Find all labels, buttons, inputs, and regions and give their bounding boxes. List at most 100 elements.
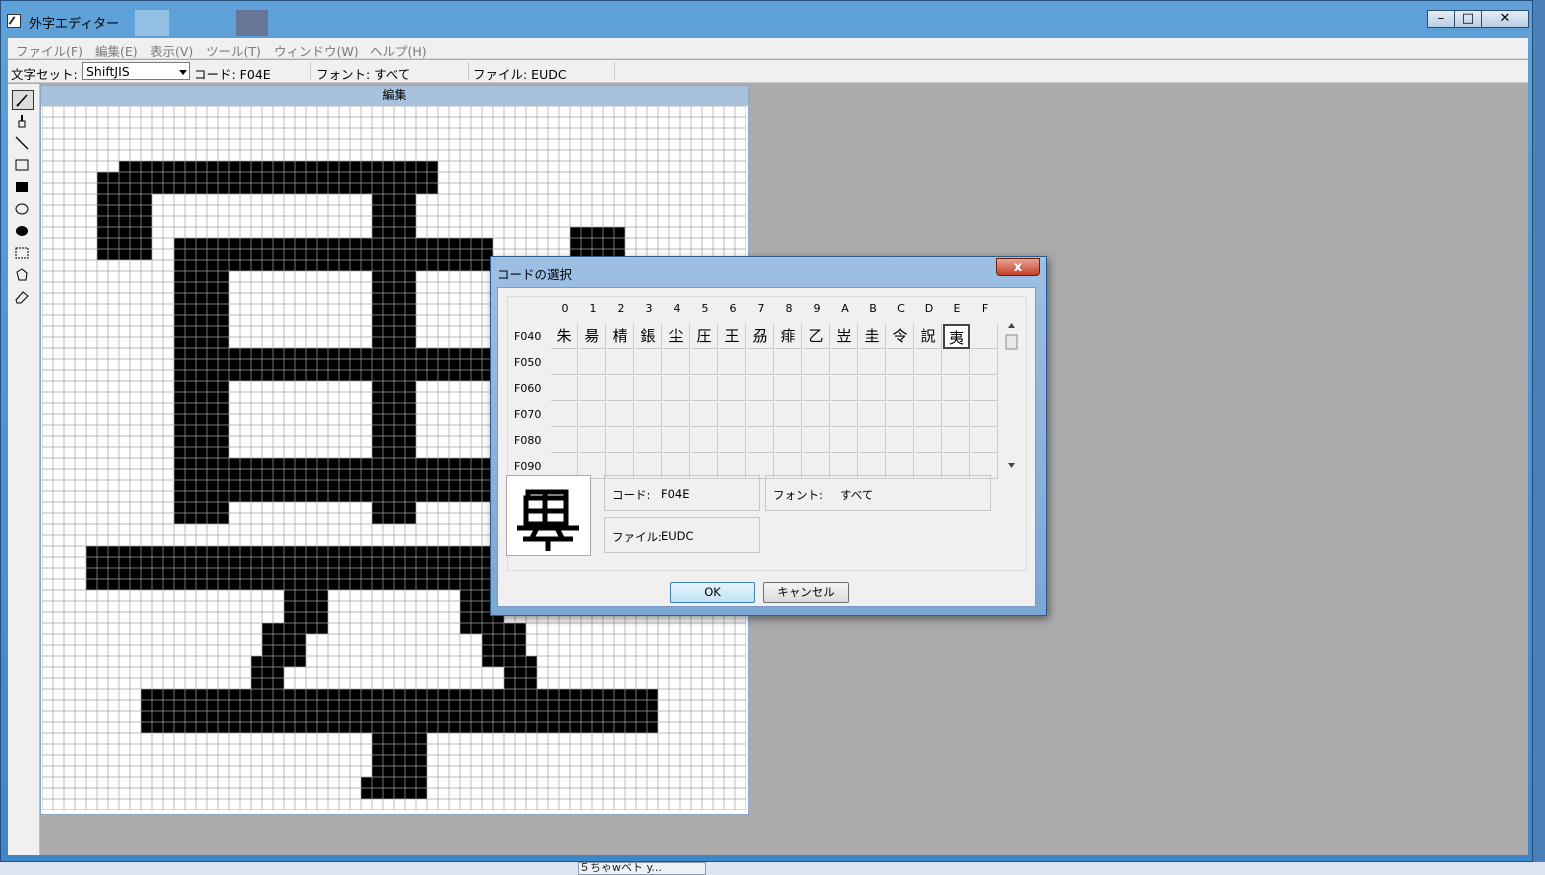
code-cell[interactable] (663, 350, 690, 375)
cancel-button[interactable]: キャンセル (763, 582, 849, 603)
code-cell[interactable] (943, 376, 970, 401)
code-cell[interactable]: 令 (887, 324, 914, 349)
code-cell[interactable] (579, 376, 606, 401)
code-cell[interactable] (691, 428, 718, 453)
code-cell[interactable] (915, 350, 942, 375)
code-cell[interactable] (831, 350, 858, 375)
hollow-rect-tool[interactable] (12, 156, 34, 176)
code-grid-scrollbar[interactable] (1003, 319, 1020, 471)
code-cell[interactable] (719, 376, 746, 401)
eraser-tool[interactable] (12, 288, 34, 308)
code-cell[interactable] (719, 402, 746, 427)
code-cell[interactable]: 乙 (803, 324, 830, 349)
code-cell[interactable] (551, 350, 578, 375)
code-cell[interactable] (579, 402, 606, 427)
brush-tool[interactable] (12, 112, 34, 132)
app-icon[interactable] (7, 14, 21, 28)
filled-ellipse-tool[interactable] (12, 222, 34, 242)
code-cell[interactable] (915, 376, 942, 401)
code-cell[interactable] (663, 376, 690, 401)
code-cell[interactable]: 昜 (579, 324, 606, 349)
menu-tools[interactable]: ツール(T) (206, 41, 261, 60)
code-cell[interactable] (663, 402, 690, 427)
code-cell[interactable] (803, 376, 830, 401)
code-cell[interactable] (775, 428, 802, 453)
close-button[interactable]: ✕ (1481, 10, 1529, 28)
code-cell[interactable] (635, 376, 662, 401)
code-cell[interactable] (831, 376, 858, 401)
code-cell[interactable] (887, 350, 914, 375)
dialog-close-button[interactable]: x (996, 258, 1040, 276)
code-cell[interactable] (747, 402, 774, 427)
menu-view[interactable]: 表示(V) (150, 41, 193, 60)
code-cell[interactable] (859, 402, 886, 427)
taskbar-item[interactable]: ５ちゃwベト y... (578, 862, 706, 875)
code-cell[interactable] (607, 428, 634, 453)
code-cell[interactable] (691, 402, 718, 427)
code-cell[interactable] (971, 402, 998, 427)
title-bar[interactable]: 外字エディター – □ ✕ (1, 1, 1532, 36)
code-cell[interactable] (607, 376, 634, 401)
code-cell[interactable] (943, 402, 970, 427)
code-cell[interactable] (551, 402, 578, 427)
code-cell[interactable]: 鋹 (635, 324, 662, 349)
freeform-select-tool[interactable] (12, 266, 34, 286)
code-cell[interactable] (635, 350, 662, 375)
menu-help[interactable]: ヘルプ(H) (370, 41, 427, 60)
code-cell[interactable] (607, 402, 634, 427)
code-cell[interactable] (859, 350, 886, 375)
code-cell[interactable]: 夷 (943, 324, 970, 349)
code-cell[interactable] (551, 376, 578, 401)
hollow-ellipse-tool[interactable] (12, 200, 34, 220)
code-cell[interactable] (859, 376, 886, 401)
code-cell[interactable] (803, 428, 830, 453)
code-cell[interactable] (803, 350, 830, 375)
code-cell[interactable] (887, 428, 914, 453)
code-cell[interactable] (719, 428, 746, 453)
code-cell[interactable] (607, 350, 634, 375)
ok-button[interactable]: OK (670, 582, 755, 603)
code-cell[interactable]: 痱 (775, 324, 802, 349)
code-cell[interactable] (579, 350, 606, 375)
code-cell[interactable] (775, 402, 802, 427)
code-cell[interactable] (747, 428, 774, 453)
code-cell[interactable] (579, 428, 606, 453)
code-cell[interactable]: 朱 (551, 324, 578, 349)
pencil-tool[interactable] (12, 90, 34, 110)
code-cell[interactable]: 棈 (607, 324, 634, 349)
code-cell[interactable]: 圭 (859, 324, 886, 349)
code-cell[interactable] (915, 428, 942, 453)
code-cell[interactable] (943, 350, 970, 375)
code-cell[interactable] (831, 428, 858, 453)
code-cell[interactable] (691, 350, 718, 375)
rect-select-tool[interactable] (12, 244, 34, 264)
code-cell[interactable]: 詋 (915, 324, 942, 349)
code-cell[interactable] (971, 428, 998, 453)
code-cell[interactable] (887, 376, 914, 401)
menu-file[interactable]: ファイル(F) (16, 41, 83, 60)
code-cell[interactable]: 王 (719, 324, 746, 349)
code-cell[interactable]: 岦 (831, 324, 858, 349)
minimize-button[interactable]: – (1427, 10, 1455, 28)
maximize-button[interactable]: □ (1454, 10, 1482, 28)
code-cell[interactable] (971, 376, 998, 401)
code-cell[interactable] (943, 428, 970, 453)
code-cell[interactable] (635, 402, 662, 427)
filled-rect-tool[interactable] (12, 178, 34, 198)
code-cell[interactable] (971, 324, 998, 349)
menu-window[interactable]: ウィンドウ(W) (274, 41, 359, 60)
line-tool[interactable] (12, 134, 34, 154)
code-cell[interactable] (775, 350, 802, 375)
code-cell[interactable] (747, 350, 774, 375)
code-cell[interactable] (691, 376, 718, 401)
code-cell[interactable] (719, 350, 746, 375)
code-cell[interactable]: 刕 (747, 324, 774, 349)
code-cell[interactable] (831, 402, 858, 427)
code-cell[interactable] (915, 402, 942, 427)
code-cell[interactable] (635, 428, 662, 453)
code-cell[interactable] (803, 402, 830, 427)
code-cell[interactable] (747, 376, 774, 401)
code-cell[interactable]: 尘 (663, 324, 690, 349)
menu-edit[interactable]: 編集(E) (95, 41, 138, 60)
charset-select[interactable]: ShiftJIS (82, 62, 190, 80)
